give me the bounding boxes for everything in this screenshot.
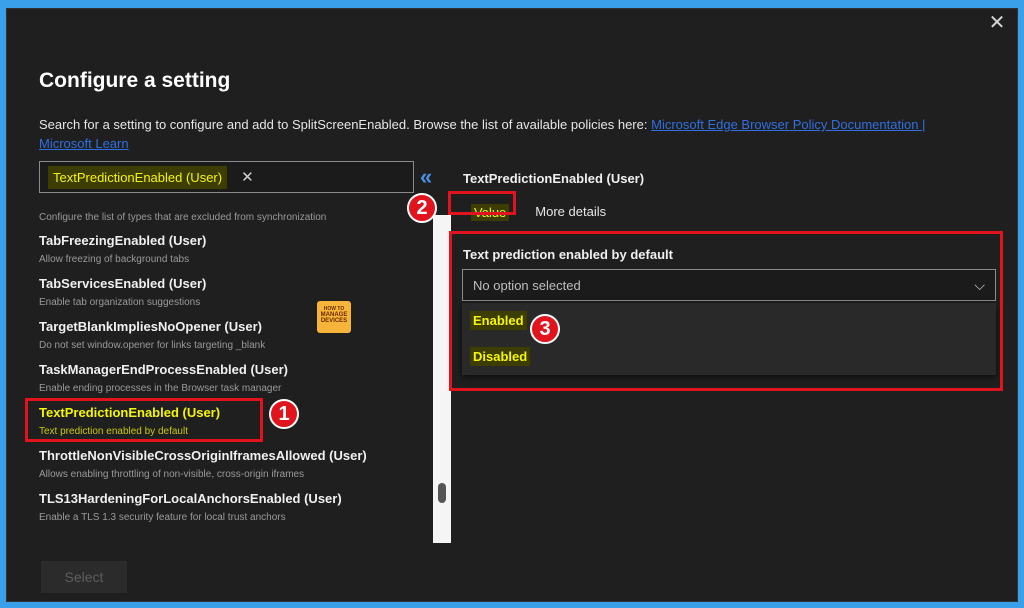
list-item-desc: Enable ending processes in the Browser t… <box>39 383 282 394</box>
list-item-name: TabFreezingEnabled (User) <box>39 233 207 248</box>
scrollbar-thumb[interactable] <box>438 483 446 503</box>
list-item-name: ThrottleNonVisibleCrossOriginIframesAllo… <box>39 448 367 463</box>
setting-detail-title: TextPredictionEnabled (User) <box>463 171 645 186</box>
list-item[interactable]: ThrottleNonVisibleCrossOriginIframesAllo… <box>39 448 429 491</box>
list-item-desc: Allows enabling throttling of non-visibl… <box>39 469 305 480</box>
annotation-badge-3: 3 <box>530 314 560 344</box>
close-button[interactable]: ✕ <box>987 13 1007 33</box>
list-item-desc: Enable a TLS 1.3 security feature for lo… <box>39 512 286 523</box>
list-item-name: TabServicesEnabled (User) <box>39 276 207 291</box>
tab-more-details[interactable]: More details <box>535 204 606 221</box>
list-item-name: TargetBlankImpliesNoOpener (User) <box>39 319 262 334</box>
list-item-desc: Configure the list of types that are exc… <box>39 212 327 223</box>
dialog-title: Configure a setting <box>39 69 231 92</box>
annotation-box-2 <box>448 191 516 215</box>
how-to-manage-devices-logo: HOW TO MANAGE DEVICES <box>317 301 351 333</box>
description-text: Search for a setting to configure and ad… <box>39 117 648 132</box>
search-value: TextPredictionEnabled (User) <box>48 165 228 189</box>
list-item[interactable]: TargetBlankImpliesNoOpener (User) Do not… <box>39 319 429 362</box>
clear-search-icon[interactable]: ✕ <box>241 168 254 186</box>
settings-list: Configure the list of types that are exc… <box>39 209 429 539</box>
list-item-desc: Allow freezing of background tabs <box>39 254 190 265</box>
annotation-badge-1: 1 <box>269 399 299 429</box>
configure-setting-dialog: ✕ Configure a setting Search for a setti… <box>6 8 1018 602</box>
dialog-description: Search for a setting to configure and ad… <box>39 115 939 153</box>
select-button[interactable]: Select <box>41 561 127 593</box>
annotation-box-3 <box>449 231 1003 391</box>
collapse-panel-icon[interactable]: « <box>420 166 432 188</box>
annotation-badge-2: 2 <box>407 193 437 223</box>
list-item-name: TaskManagerEndProcessEnabled (User) <box>39 362 289 377</box>
list-item[interactable]: TabFreezingEnabled (User) Allow freezing… <box>39 233 429 276</box>
logo-text: DEVICES <box>320 318 348 324</box>
list-item-desc: Do not set window.opener for links targe… <box>39 340 266 351</box>
annotation-box-1 <box>25 398 263 442</box>
list-item-name: TLS13HardeningForLocalAnchorsEnabled (Us… <box>39 491 342 506</box>
search-input[interactable]: TextPredictionEnabled (User) ✕ <box>39 161 414 193</box>
list-item[interactable]: TabServicesEnabled (User) Enable tab org… <box>39 276 429 319</box>
list-item[interactable]: TLS13HardeningForLocalAnchorsEnabled (Us… <box>39 491 429 534</box>
list-item-desc: Enable tab organization suggestions <box>39 297 201 308</box>
